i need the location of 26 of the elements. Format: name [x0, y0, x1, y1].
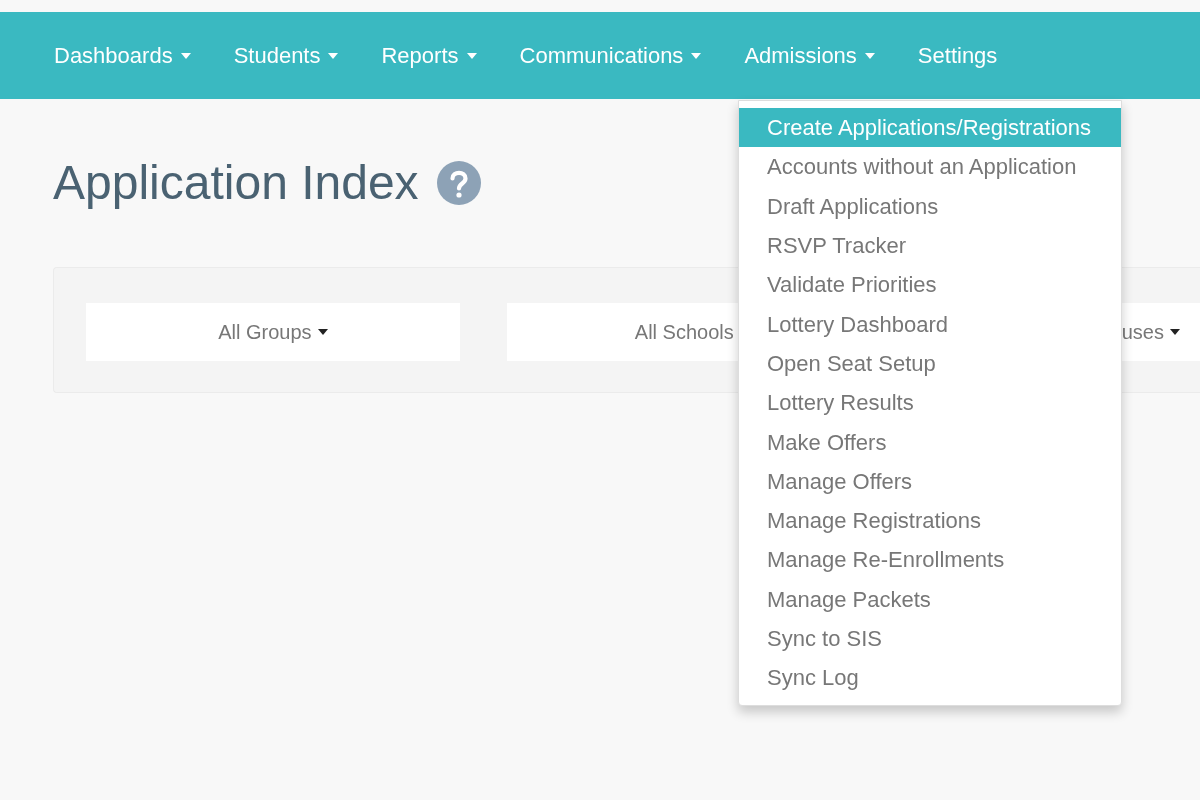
dropdown-menu-item[interactable]: Manage Offers: [739, 461, 1121, 501]
dropdown-menu-item[interactable]: Draft Applications: [739, 186, 1121, 226]
nav-menu-item[interactable]: Dashboards: [54, 44, 191, 67]
dropdown-menu-item[interactable]: Open Seat Setup: [739, 343, 1121, 384]
dropdown-menu-item[interactable]: Sync to SIS: [739, 618, 1121, 659]
dropdown-menu-item[interactable]: Accounts without an Application: [739, 147, 1121, 187]
help-icon[interactable]: [436, 161, 481, 205]
nav-menu-item[interactable]: Communications: [519, 44, 702, 67]
dropdown-menu-item[interactable]: Sync Log: [739, 658, 1121, 698]
filter-dropdown[interactable]: uses: [1121, 303, 1200, 361]
dropdown-menu-item[interactable]: Manage Packets: [739, 579, 1121, 619]
dropdown-menu-item[interactable]: RSVP Tracker: [739, 225, 1121, 266]
dropdown-menu-item[interactable]: Lottery Dashboard: [739, 304, 1121, 344]
nav-menu-item[interactable]: Students: [233, 44, 339, 67]
dropdown-menu-item[interactable]: Lottery Results: [739, 383, 1121, 423]
nav-menu-item[interactable]: Reports: [381, 44, 477, 67]
nav-menu-item[interactable]: Admissions: [744, 44, 875, 67]
dropdown-menu-item[interactable]: Validate Priorities: [739, 265, 1121, 305]
dropdown-menu-item[interactable]: Create Applications/Registrations: [739, 108, 1121, 148]
filter-dropdown[interactable]: All Schools: [506, 303, 738, 361]
dropdown-menu-item[interactable]: Manage Registrations: [739, 500, 1121, 541]
dropdown-menu-item[interactable]: Manage Re-Enrollments: [739, 540, 1121, 580]
filter-dropdown[interactable]: All Groups: [86, 303, 460, 361]
page-title: Application Index: [53, 157, 419, 209]
dropdown-menu-item[interactable]: Make Offers: [739, 422, 1121, 462]
nav-menu-item[interactable]: Settings: [917, 44, 998, 67]
